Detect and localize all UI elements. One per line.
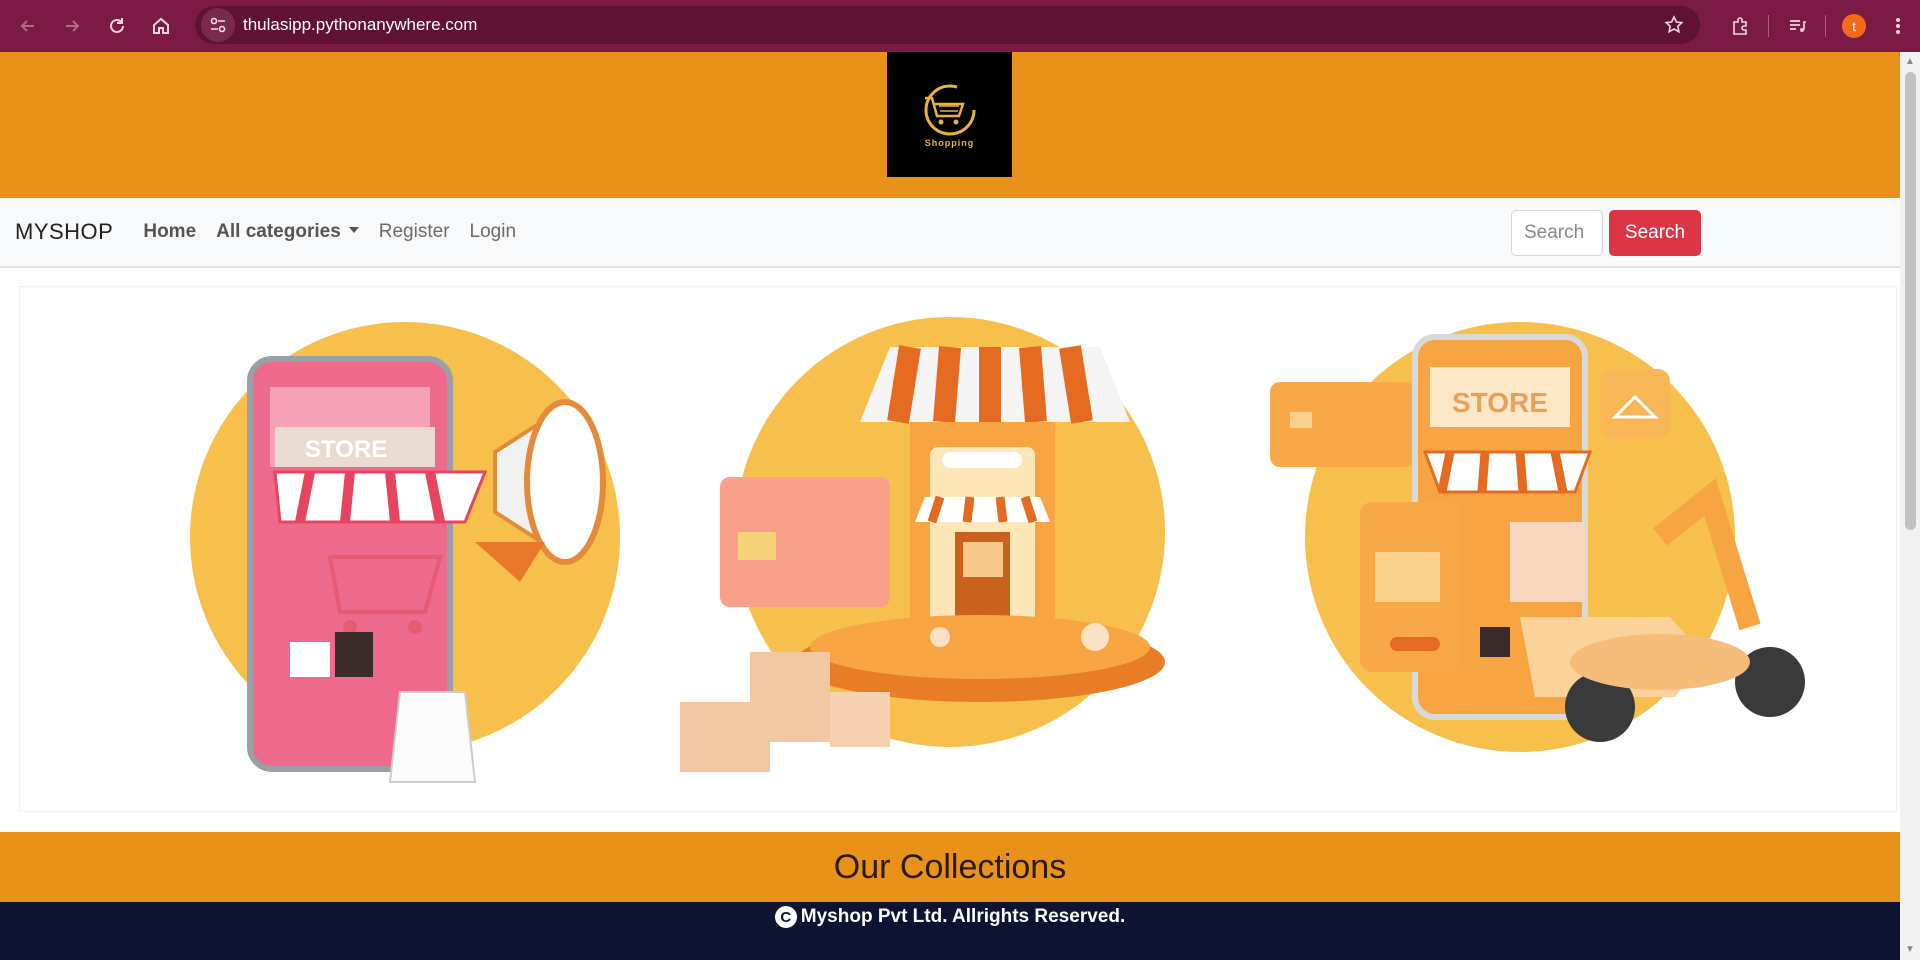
search-button[interactable]: Search bbox=[1609, 210, 1701, 256]
hero-image: STORE STORE bbox=[19, 286, 1897, 812]
nav-login[interactable]: Login bbox=[470, 221, 517, 243]
extensions-icon[interactable] bbox=[1718, 4, 1762, 48]
toolbar-divider bbox=[1768, 15, 1769, 37]
phone-store-illustration: STORE bbox=[190, 322, 620, 783]
logo-text: Shopping bbox=[924, 137, 975, 148]
site-footer: C Myshop Pvt Ltd. Allrights Reserved. bbox=[0, 902, 1900, 960]
copyright-icon: C bbox=[774, 906, 797, 928]
nav-all-categories-dropdown[interactable]: All categories bbox=[216, 221, 359, 243]
nav-home[interactable]: Home bbox=[143, 221, 196, 243]
collections-title: Our Collections bbox=[833, 847, 1067, 886]
address-bar[interactable]: thulasipp.pythonanywhere.com bbox=[195, 6, 1700, 44]
home-icon[interactable] bbox=[139, 4, 183, 48]
menu-icon[interactable] bbox=[1876, 4, 1920, 48]
scrollbar-thumb[interactable] bbox=[1905, 72, 1916, 530]
profile-avatar[interactable]: t bbox=[1832, 4, 1876, 48]
back-icon[interactable] bbox=[6, 4, 50, 48]
top-banner: Shopping bbox=[0, 52, 1900, 198]
storefront-illustration bbox=[680, 317, 1165, 772]
avatar: t bbox=[1842, 14, 1866, 38]
shop-logo[interactable]: Shopping bbox=[887, 52, 1012, 177]
forward-icon[interactable] bbox=[50, 4, 94, 48]
browser-toolbar: thulasipp.pythonanywhere.com t bbox=[0, 0, 1920, 52]
scooter-delivery-illustration: STORE bbox=[1270, 322, 1805, 752]
search-input[interactable]: Search bbox=[1511, 210, 1603, 256]
brand-link[interactable]: MYSHOP bbox=[15, 219, 113, 245]
reading-list-icon[interactable] bbox=[1775, 4, 1819, 48]
reload-icon[interactable] bbox=[95, 4, 139, 48]
store-sign-text: STORE bbox=[305, 436, 387, 463]
hero-carousel: STORE STORE bbox=[0, 268, 1900, 830]
url-text: thulasipp.pythonanywhere.com bbox=[243, 15, 478, 34]
cart-logo-icon bbox=[924, 84, 975, 135]
store-sign-text: STORE bbox=[1452, 387, 1548, 418]
footer-text: Myshop Pvt Ltd. Allrights Reserved. bbox=[800, 906, 1126, 927]
main-navbar: MYSHOP Home All categories Register Logi… bbox=[0, 198, 1900, 268]
page-content: Shopping MYSHOP Home All categories Regi… bbox=[0, 52, 1900, 960]
nav-register[interactable]: Register bbox=[379, 221, 450, 243]
collections-section: Our Collections bbox=[0, 832, 1900, 902]
toolbar-divider bbox=[1825, 15, 1826, 37]
page-scrollbar[interactable]: ▲ ▼ bbox=[1900, 52, 1920, 960]
site-info-icon[interactable] bbox=[201, 8, 235, 42]
bookmark-star-icon[interactable] bbox=[1664, 15, 1684, 40]
scroll-up-icon[interactable]: ▲ bbox=[1904, 56, 1916, 68]
scroll-down-icon[interactable]: ▼ bbox=[1904, 944, 1916, 956]
